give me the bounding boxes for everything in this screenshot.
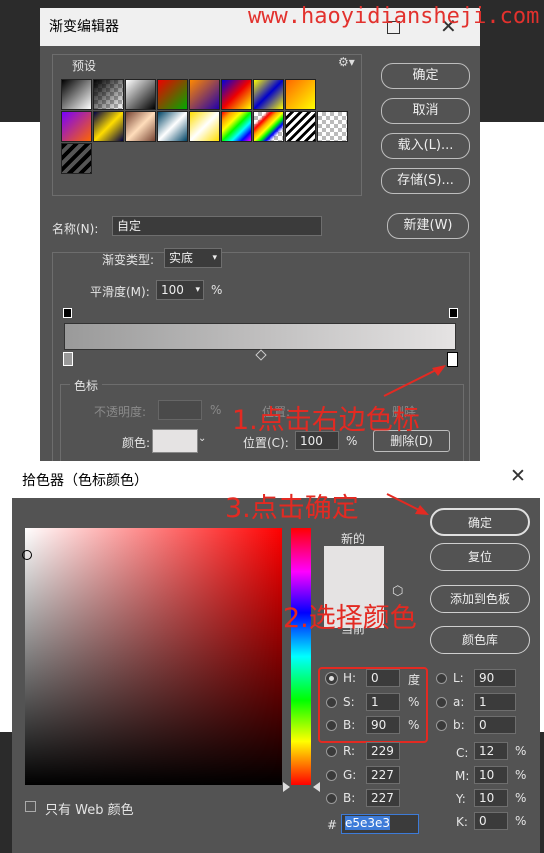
y-label: Y: <box>456 792 466 806</box>
opacity-unit: % <box>210 403 222 417</box>
blue-input[interactable]: 227 <box>366 789 400 807</box>
hex-label: # <box>327 818 338 832</box>
annotation-arrow-3 <box>386 493 429 515</box>
annotation-highlight-box <box>318 667 428 743</box>
a-label: a: <box>453 695 465 709</box>
watermark: www.haoyidiansheji.com <box>248 4 540 29</box>
name-label: 名称(N): <box>52 222 99 236</box>
l-input[interactable]: 90 <box>474 669 516 687</box>
radio-blue[interactable] <box>326 793 337 804</box>
lab-b-label: b: <box>453 718 465 732</box>
load-button[interactable]: 载入(L)... <box>381 133 470 159</box>
gradient-type-select[interactable]: 实底 ▾ <box>164 248 222 268</box>
preset-swatch[interactable] <box>189 79 220 110</box>
annotation-step2: 2.选择颜色 <box>283 603 417 634</box>
preset-swatch[interactable] <box>61 111 92 142</box>
close-icon[interactable]: ✕ <box>510 465 526 487</box>
opacity-input <box>158 400 202 420</box>
radio-g[interactable] <box>326 770 337 781</box>
window-title: 拾色器（色标颜色） <box>22 473 148 489</box>
add-to-swatches-button[interactable]: 添加到色板 <box>430 585 530 613</box>
gear-icon[interactable]: ⚙▾ <box>338 55 355 69</box>
radio-a[interactable] <box>436 697 447 708</box>
preset-swatch[interactable] <box>285 79 316 110</box>
hue-handle-right[interactable] <box>313 782 320 792</box>
stops-label: 色标 <box>70 377 103 394</box>
m-input[interactable]: 10 <box>474 766 508 784</box>
preset-swatch[interactable] <box>61 79 92 110</box>
web-only-checkbox[interactable] <box>25 801 36 812</box>
preset-swatch[interactable] <box>125 111 156 142</box>
window-title: 渐变编辑器 <box>49 19 119 35</box>
g-input[interactable]: 227 <box>366 766 400 784</box>
web-only-label: 只有 Web 颜色 <box>45 803 134 818</box>
preset-swatch[interactable] <box>189 111 220 142</box>
preset-swatch[interactable] <box>221 79 252 110</box>
smoothness-input[interactable]: 100 ▾ <box>156 280 204 300</box>
gradient-type-label: 渐变类型: <box>102 253 155 267</box>
blue-label: B: <box>343 791 356 805</box>
l-label: L: <box>453 671 464 685</box>
color-swatch[interactable] <box>152 429 198 453</box>
preset-swatch[interactable] <box>253 79 284 110</box>
k-input[interactable]: 0 <box>474 812 508 830</box>
preset-swatch[interactable] <box>221 111 252 142</box>
radio-lab-b[interactable] <box>436 720 447 731</box>
color-label: 颜色: <box>122 436 151 450</box>
smoothness-unit: % <box>211 283 223 297</box>
m-unit: % <box>515 768 527 782</box>
preset-swatch[interactable] <box>93 111 124 142</box>
preset-swatch[interactable] <box>253 111 284 142</box>
preset-swatch[interactable] <box>61 143 92 174</box>
g-label: G: <box>343 768 357 782</box>
opacity-stop-right[interactable] <box>449 308 458 318</box>
lab-b-input[interactable]: 0 <box>474 716 516 734</box>
preset-swatch[interactable] <box>157 79 188 110</box>
c-label: C: <box>456 746 469 760</box>
preset-swatch[interactable] <box>317 111 348 142</box>
saturation-brightness-field[interactable] <box>25 528 282 785</box>
preset-swatch[interactable] <box>285 111 316 142</box>
r-label: R: <box>343 744 356 758</box>
r-input[interactable]: 229 <box>366 742 400 760</box>
hue-slider[interactable] <box>291 528 311 785</box>
new-color-label: 新的 <box>341 532 366 546</box>
opacity-label: 不透明度: <box>94 405 147 419</box>
a-input[interactable]: 1 <box>474 693 516 711</box>
y-input[interactable]: 10 <box>474 789 508 807</box>
presets-label: 预设 <box>72 59 97 73</box>
preset-swatch[interactable] <box>157 111 188 142</box>
m-label: M: <box>455 769 470 783</box>
preset-swatch[interactable] <box>93 79 124 110</box>
ok-button[interactable]: 确定 <box>430 508 530 536</box>
save-button[interactable]: 存储(S)... <box>381 168 470 194</box>
radio-l[interactable] <box>436 673 447 684</box>
radio-r[interactable] <box>326 746 337 757</box>
annotation-step3: 3.点击确定 <box>225 493 359 524</box>
cancel-button[interactable]: 取消 <box>381 98 470 124</box>
hue-handle-left[interactable] <box>283 782 290 792</box>
opacity-stop-left[interactable] <box>63 308 72 318</box>
chevron-down-icon[interactable]: ⌄ <box>198 433 206 444</box>
new-button[interactable]: 新建(W) <box>387 213 469 239</box>
k-unit: % <box>515 814 527 828</box>
c-unit: % <box>515 744 527 758</box>
k-label: K: <box>456 815 468 829</box>
color-libraries-button[interactable]: 颜色库 <box>430 626 530 654</box>
reset-button[interactable]: 复位 <box>430 543 530 571</box>
color-selector-marker[interactable] <box>22 550 32 560</box>
preset-swatch[interactable] <box>125 79 156 110</box>
gradient-bar[interactable] <box>64 323 456 350</box>
preset-grid <box>61 79 348 179</box>
ok-button[interactable]: 确定 <box>381 63 470 89</box>
annotation-step1: 1.点击右边色标 <box>232 405 420 436</box>
y-unit: % <box>515 791 527 805</box>
c-input[interactable]: 12 <box>474 742 508 760</box>
hex-input[interactable]: e5e3e3 <box>341 814 419 834</box>
color-stop-left[interactable] <box>63 352 73 366</box>
name-input[interactable]: 自定 <box>112 216 322 236</box>
smoothness-label: 平滑度(M): <box>90 285 150 299</box>
annotation-arrow-1 <box>383 365 446 397</box>
